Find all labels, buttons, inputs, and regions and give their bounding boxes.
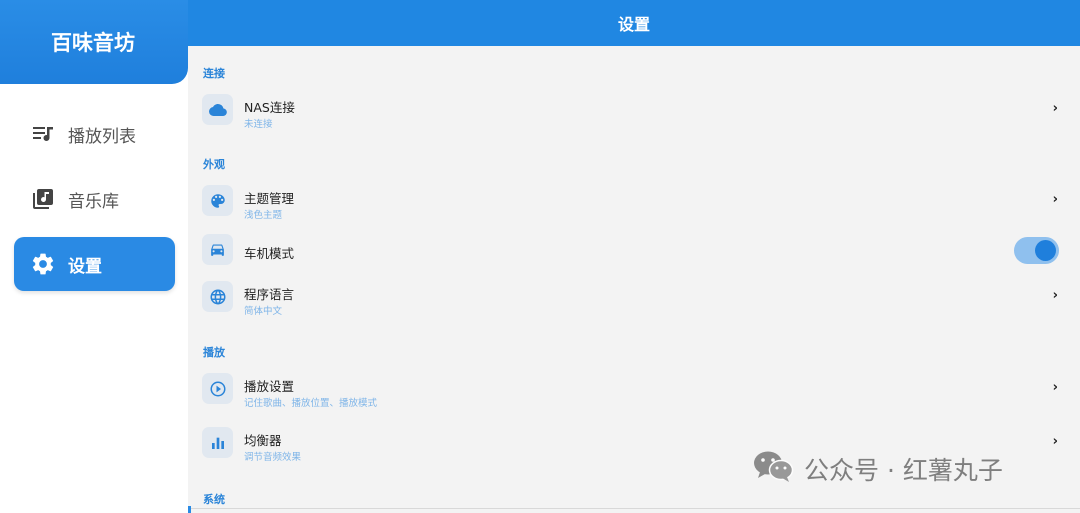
- watermark-text: 公众号 · 红薯丸子: [804, 456, 1003, 485]
- chevron-right-icon: ›: [1052, 288, 1058, 303]
- chevron-right-icon: ›: [1052, 434, 1058, 449]
- playlist-icon: [30, 121, 56, 147]
- settings-row-play-settings[interactable]: 播放设置 记住歌曲、播放位置、播放模式 ›: [188, 367, 1080, 411]
- scroll-indicator: [188, 506, 191, 513]
- equalizer-icon: [202, 427, 233, 458]
- settings-row-nas[interactable]: NAS连接 未连接 ›: [188, 88, 1080, 132]
- section-title-playback: 播放: [203, 346, 225, 359]
- row-subtitle: 记住歌曲、播放位置、播放模式: [244, 398, 378, 409]
- globe-icon: [202, 281, 233, 312]
- settings-content: 连接 NAS连接 未连接 › 外观 主题管理 浅色主题 › 车机模式 程序语言 …: [188, 46, 1080, 513]
- row-title: 均衡器: [244, 433, 282, 448]
- chevron-right-icon: ›: [1052, 101, 1058, 116]
- sidebar-item-settings[interactable]: 设置: [14, 237, 175, 291]
- row-title: 车机模式: [244, 246, 295, 261]
- settings-row-language[interactable]: 程序语言 简体中文 ›: [188, 275, 1080, 319]
- gear-icon: [30, 251, 56, 277]
- music-library-icon: [30, 186, 56, 212]
- row-subtitle: 浅色主题: [244, 210, 283, 221]
- chevron-right-icon: ›: [1052, 192, 1058, 207]
- row-subtitle: 简体中文: [244, 306, 283, 317]
- cloud-icon: [202, 94, 233, 125]
- palette-icon: [202, 185, 233, 216]
- row-title: NAS连接: [244, 100, 295, 115]
- wechat-icon: [752, 449, 794, 489]
- toggle-knob: [1035, 240, 1056, 261]
- row-title: 主题管理: [244, 191, 295, 206]
- chevron-right-icon: ›: [1052, 380, 1058, 395]
- sidebar-item-label: 设置: [68, 256, 102, 277]
- row-title: 程序语言: [244, 287, 295, 302]
- section-title-connection: 连接: [203, 67, 225, 80]
- sidebar-item-label: 播放列表: [68, 126, 136, 147]
- sidebar-item-music-library[interactable]: 音乐库: [14, 172, 175, 226]
- play-circle-icon: [202, 373, 233, 404]
- row-subtitle: 未连接: [244, 119, 273, 130]
- car-mode-toggle[interactable]: [1014, 237, 1059, 264]
- watermark: 公众号 · 红薯丸子: [752, 449, 1003, 489]
- section-title-system: 系统: [203, 493, 225, 506]
- row-subtitle: 调节音频效果: [244, 452, 302, 463]
- settings-row-car-mode[interactable]: 车机模式: [188, 228, 1080, 272]
- sidebar-item-label: 音乐库: [68, 191, 119, 212]
- sidebar: 百味音坊 播放列表 音乐库 设置: [0, 0, 188, 513]
- section-title-appearance: 外观: [203, 158, 225, 171]
- row-title: 播放设置: [244, 379, 295, 394]
- divider: [188, 508, 1080, 509]
- sidebar-item-playlist[interactable]: 播放列表: [14, 107, 175, 161]
- page-title: 设置: [188, 0, 1080, 46]
- settings-row-theme[interactable]: 主题管理 浅色主题 ›: [188, 179, 1080, 223]
- car-icon: [202, 234, 233, 265]
- app-title: 百味音坊: [0, 0, 188, 84]
